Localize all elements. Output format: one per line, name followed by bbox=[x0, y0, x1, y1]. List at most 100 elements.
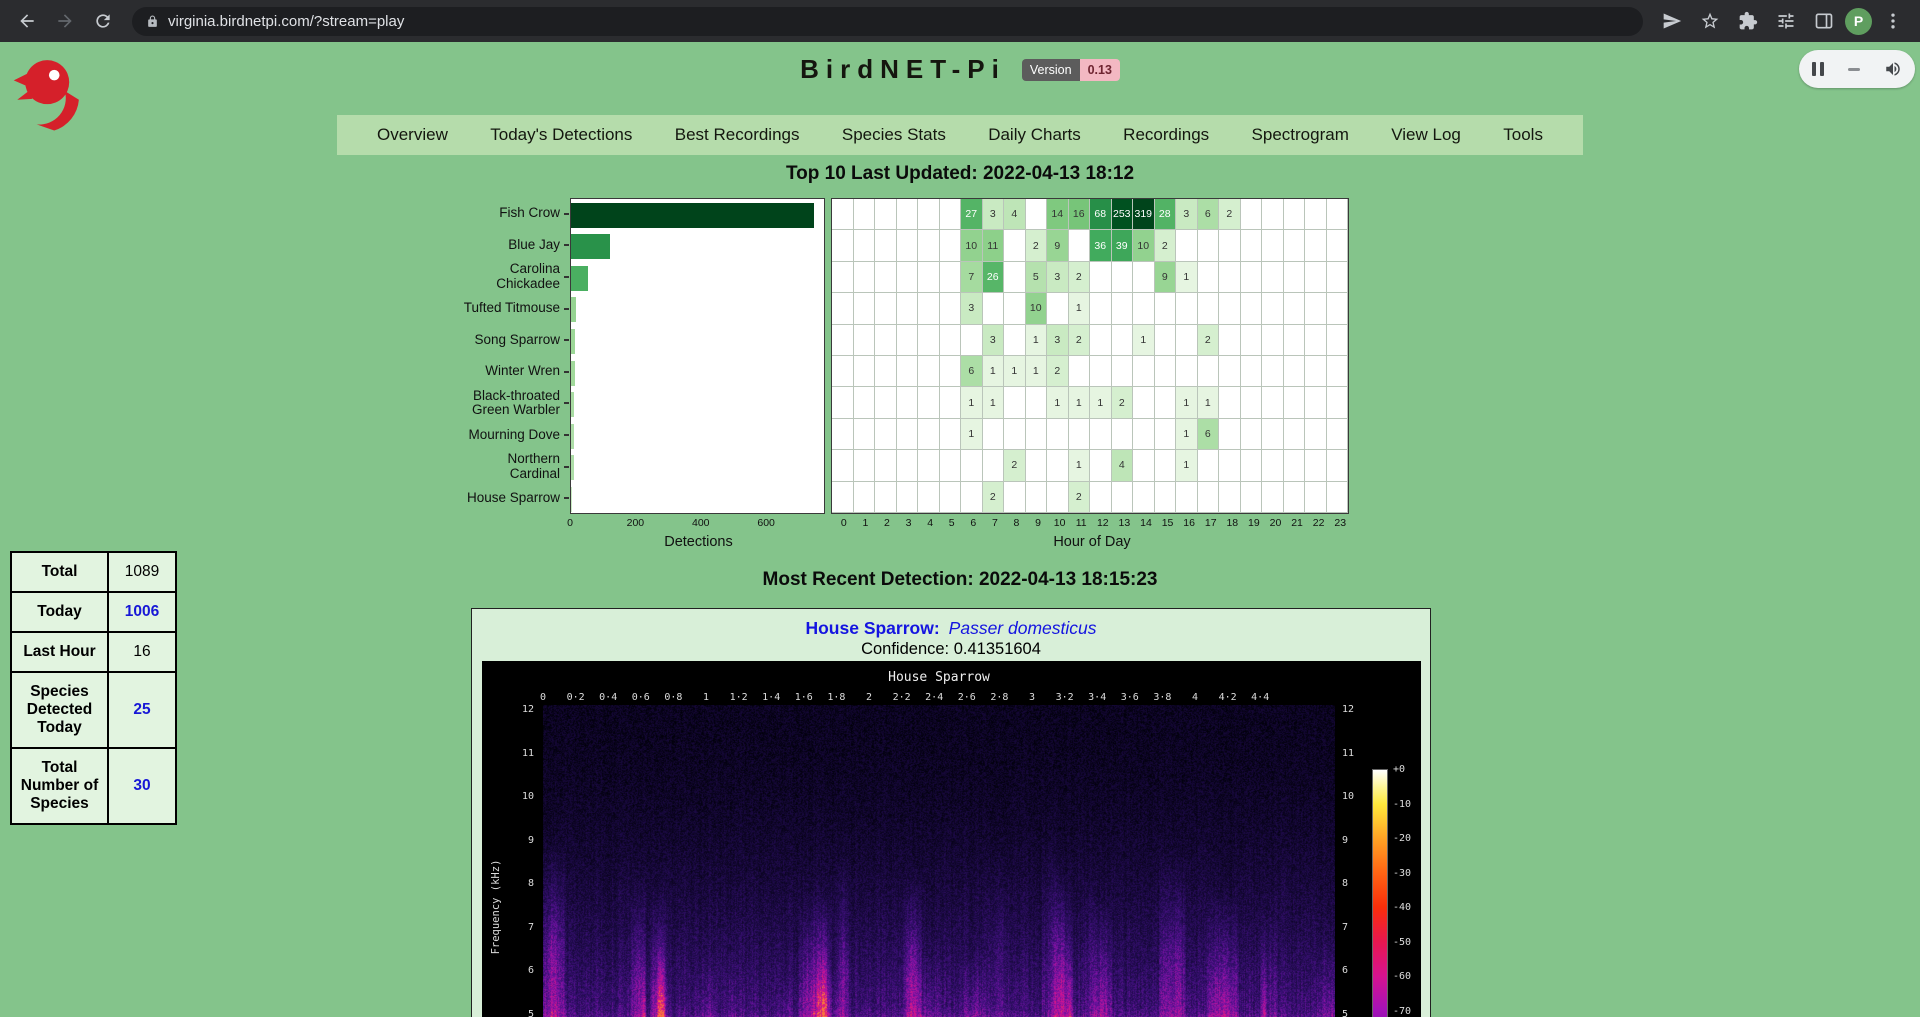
heatmap-cell: 36 bbox=[1090, 230, 1112, 261]
heatmap-cell bbox=[1112, 356, 1134, 387]
nav-item-spectrogram[interactable]: Spectrogram bbox=[1252, 125, 1349, 145]
bar-xtick: 0 bbox=[567, 517, 573, 529]
heatmap-cell bbox=[1155, 325, 1177, 356]
lock-icon bbox=[146, 15, 159, 28]
nav-item-today-s-detections[interactable]: Today's Detections bbox=[490, 125, 632, 145]
heatmap-cell bbox=[1327, 387, 1349, 418]
heatmap-cell bbox=[832, 262, 854, 293]
heatmap-cell bbox=[1284, 482, 1306, 513]
heatmap-cell: 2 bbox=[1069, 325, 1091, 356]
heatmap-cell bbox=[918, 450, 940, 481]
stats-row: Last Hour16 bbox=[11, 632, 176, 672]
heatmap-cell: 16 bbox=[1069, 199, 1091, 230]
heatmap-cell bbox=[1176, 293, 1198, 324]
heatmap-cell: 3 bbox=[961, 293, 983, 324]
hour-xtick: 7 bbox=[984, 517, 1006, 531]
spec-xtick: 3·6 bbox=[1121, 692, 1139, 703]
heatmap-cell bbox=[1241, 482, 1263, 513]
heatmap-cell bbox=[832, 325, 854, 356]
nav-item-best-recordings[interactable]: Best Recordings bbox=[675, 125, 800, 145]
heatmap-cell bbox=[854, 356, 876, 387]
reload-button[interactable] bbox=[86, 4, 120, 38]
hour-xtick: 3 bbox=[898, 517, 920, 531]
heatmap-cell bbox=[875, 450, 897, 481]
browser-menu-button[interactable] bbox=[1876, 4, 1910, 38]
heatmap-cell bbox=[832, 482, 854, 513]
heatmap-cell bbox=[1241, 293, 1263, 324]
heatmap-cell bbox=[1026, 482, 1048, 513]
nav-item-tools[interactable]: Tools bbox=[1503, 125, 1543, 145]
stat-value[interactable]: 25 bbox=[108, 672, 176, 748]
nav-item-view-log[interactable]: View Log bbox=[1391, 125, 1461, 145]
stat-value[interactable]: 30 bbox=[108, 748, 176, 824]
share-button[interactable] bbox=[1655, 4, 1689, 38]
nav-item-daily-charts[interactable]: Daily Charts bbox=[988, 125, 1081, 145]
heatmap-cell: 1 bbox=[1069, 293, 1091, 324]
hour-xtick: 15 bbox=[1157, 517, 1179, 531]
heatmap-cell bbox=[1305, 262, 1327, 293]
species-common-name[interactable]: House Sparrow: bbox=[805, 618, 939, 638]
heatmap-cell bbox=[897, 387, 919, 418]
nav-item-recordings[interactable]: Recordings bbox=[1123, 125, 1209, 145]
back-button[interactable] bbox=[10, 4, 44, 38]
heatmap-cell bbox=[1198, 230, 1220, 261]
spec-xtick: 2·8 bbox=[990, 692, 1008, 703]
heatmap-cell bbox=[1069, 356, 1091, 387]
heatmap-cell bbox=[832, 356, 854, 387]
heatmap-cell bbox=[1155, 482, 1177, 513]
spec-xtick: 1·2 bbox=[730, 692, 748, 703]
heatmap-cell bbox=[1262, 356, 1284, 387]
nav-item-overview[interactable]: Overview bbox=[377, 125, 448, 145]
heatmap-cell bbox=[1133, 419, 1155, 450]
heatmap-cell bbox=[1262, 199, 1284, 230]
heatmap-cell bbox=[1327, 293, 1349, 324]
heatmap-cell bbox=[1305, 230, 1327, 261]
heatmap-cell: 3 bbox=[983, 325, 1005, 356]
birdnetpi-page: BirdNET-Pi Version 0.13 OverviewToday's … bbox=[0, 42, 1920, 1017]
heatmap-cell bbox=[1284, 293, 1306, 324]
heatmap-cell bbox=[1026, 199, 1048, 230]
heatmap-cell bbox=[875, 419, 897, 450]
heatmap-cell bbox=[1241, 230, 1263, 261]
colorbar-tick: +0 bbox=[1393, 764, 1405, 775]
heatmap-cell bbox=[875, 262, 897, 293]
stat-value[interactable]: 1006 bbox=[108, 592, 176, 632]
heatmap-cell bbox=[1133, 387, 1155, 418]
back-icon bbox=[17, 11, 37, 31]
spectrogram-title: House Sparrow bbox=[543, 670, 1335, 685]
heatmap-cell bbox=[940, 356, 962, 387]
heatmap-cell bbox=[1047, 419, 1069, 450]
heatmap-cell: 1 bbox=[1026, 325, 1048, 356]
heatmap-cell: 27 bbox=[961, 199, 983, 230]
extension-shortcut-button[interactable] bbox=[1769, 4, 1803, 38]
species-label-song-sparrow: Song Sparrow bbox=[438, 324, 570, 356]
heatmap-cell: 1 bbox=[1176, 450, 1198, 481]
heatmap-cell bbox=[1090, 356, 1112, 387]
heatmap-cell: 1 bbox=[1047, 387, 1069, 418]
hour-xtick: 11 bbox=[1070, 517, 1092, 531]
species-label-winter-wren: Winter Wren bbox=[438, 356, 570, 388]
hour-xtick: 13 bbox=[1114, 517, 1136, 531]
heatmap-cell bbox=[1327, 262, 1349, 293]
address-bar[interactable]: virginia.birdnetpi.com/?stream=play bbox=[132, 7, 1643, 36]
side-panel-button[interactable] bbox=[1807, 4, 1841, 38]
heatmap-cell: 1 bbox=[1026, 356, 1048, 387]
hour-xticks: 01234567891011121314151617181920212223 bbox=[833, 517, 1351, 531]
bar-xtick: 400 bbox=[692, 517, 710, 529]
heatmap-cell bbox=[897, 356, 919, 387]
colorbar-tick: -70 bbox=[1393, 1006, 1411, 1017]
heatmap-cell bbox=[1327, 356, 1349, 387]
heatmap-cell bbox=[854, 293, 876, 324]
forward-button[interactable] bbox=[48, 4, 82, 38]
profile-avatar[interactable]: P bbox=[1845, 8, 1872, 35]
heatmap-cell bbox=[1219, 450, 1241, 481]
heatmap-cell bbox=[1219, 230, 1241, 261]
page-title: BirdNET-Pi bbox=[800, 54, 1006, 85]
nav-item-species-stats[interactable]: Species Stats bbox=[842, 125, 946, 145]
heatmap-cell bbox=[1219, 387, 1241, 418]
heatmap-cell bbox=[854, 387, 876, 418]
bookmark-button[interactable] bbox=[1693, 4, 1727, 38]
extensions-button[interactable] bbox=[1731, 4, 1765, 38]
detections-bar-carolina-chickadee bbox=[571, 266, 588, 291]
heatmap-cell: 39 bbox=[1112, 230, 1134, 261]
